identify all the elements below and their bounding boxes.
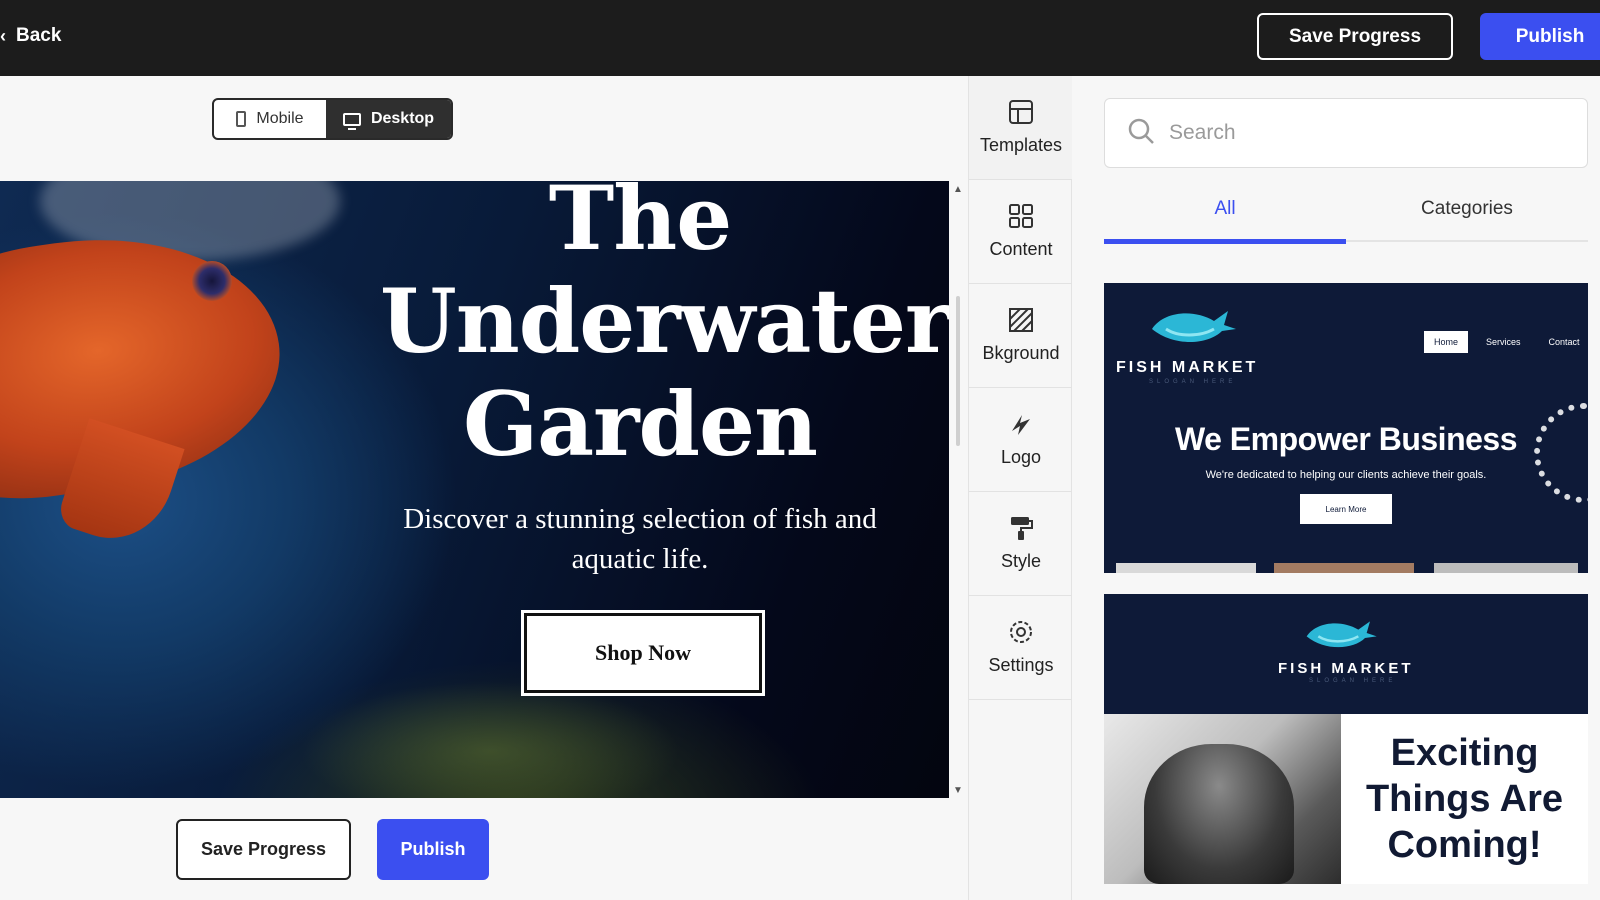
- template-card[interactable]: FISH MARKET SLOGAN HERE Exciting Things …: [1104, 594, 1588, 884]
- bottom-publish-button[interactable]: Publish: [377, 819, 489, 880]
- rail-label-background: Bkground: [982, 343, 1060, 363]
- templates-icon: [1008, 99, 1034, 125]
- hero-section[interactable]: The Underwater Garden Discover a stunnin…: [0, 181, 949, 798]
- template-headline: Exciting Things Are Coming!: [1365, 732, 1564, 866]
- scroll-up-icon[interactable]: ▲: [953, 185, 963, 195]
- rail-item-templates[interactable]: Templates: [969, 76, 1073, 180]
- rail-label-settings: Settings: [988, 655, 1054, 675]
- rail-label-content: Content: [989, 239, 1053, 259]
- rail-item-background[interactable]: Bkground: [969, 284, 1073, 388]
- chevron-left-icon: ‹: [0, 26, 6, 46]
- templates-panel: All Categories FISH MARKET SLOGAN HERE H…: [1072, 76, 1600, 900]
- template-tagline: We're dedicated to helping our clients a…: [1205, 469, 1487, 481]
- template-card[interactable]: FISH MARKET SLOGAN HERE Home Services Co…: [1104, 283, 1588, 573]
- phone-icon: [236, 111, 247, 127]
- hero-title-line-2: Underwater: [380, 269, 949, 373]
- rail-label-templates: Templates: [979, 135, 1063, 155]
- template-nav-contact: Contact: [1548, 337, 1580, 347]
- template-preview-strip: [1434, 563, 1578, 573]
- template-nav: Home Services Contact: [1424, 331, 1588, 353]
- hero-subtitle[interactable]: Discover a stunning selection of fish an…: [380, 499, 900, 579]
- back-button[interactable]: ‹ Back: [0, 20, 61, 52]
- aquatic-plants: [300, 681, 680, 798]
- template-nav-services: Services: [1486, 337, 1521, 347]
- shop-now-button[interactable]: Shop Now: [524, 613, 762, 693]
- fish-eye: [192, 261, 232, 301]
- search-box[interactable]: [1104, 98, 1588, 168]
- style-icon: [1008, 515, 1034, 541]
- mobile-view-button[interactable]: Mobile: [214, 100, 326, 138]
- template-preview-strip: [1274, 563, 1414, 573]
- monitor-icon: [342, 112, 361, 130]
- save-progress-button[interactable]: Save Progress: [1257, 13, 1453, 60]
- search-icon: [1127, 117, 1155, 150]
- template-photo: [1104, 714, 1341, 884]
- logo-icon: [1008, 411, 1034, 437]
- template-headline: We Empower Business: [1174, 421, 1518, 457]
- desktop-label: Desktop: [370, 110, 435, 127]
- rail-item-style[interactable]: Style: [969, 492, 1073, 596]
- background-icon: [1008, 307, 1034, 333]
- rail-item-settings[interactable]: Settings: [969, 596, 1073, 700]
- content-icon: [1008, 203, 1034, 229]
- template-cta: Learn More: [1300, 494, 1392, 524]
- template-brand: FISH MARKET: [1278, 660, 1414, 677]
- tool-rail: Templates Content Bkground Logo Style Se…: [968, 76, 1073, 900]
- bottom-save-progress-button[interactable]: Save Progress: [176, 819, 351, 880]
- template-slogan: SLOGAN HERE: [1309, 678, 1397, 684]
- template-slogan: SLOGAN HERE: [1149, 379, 1237, 385]
- rail-label-style: Style: [1000, 551, 1042, 571]
- rail-label-logo: Logo: [1000, 447, 1042, 467]
- canvas-scrollbar[interactable]: ▲ ▼: [951, 181, 965, 798]
- whale-logo-icon: [1144, 299, 1240, 356]
- hero-title-line-1: The: [548, 181, 732, 270]
- template-nav-home: Home: [1424, 331, 1469, 353]
- search-input[interactable]: [1169, 121, 1549, 145]
- publish-button[interactable]: Publish: [1480, 13, 1600, 60]
- device-toggle: Mobile Desktop: [212, 98, 453, 140]
- tab-all[interactable]: All: [1104, 176, 1346, 244]
- top-bar: ‹ Back Save Progress Publish: [0, 0, 1600, 76]
- template-brand: FISH MARKET: [1116, 359, 1259, 376]
- hero-title-line-3: Garden: [462, 372, 818, 476]
- back-label: Back: [16, 25, 62, 46]
- rail-item-logo[interactable]: Logo: [969, 388, 1073, 492]
- rail-item-content[interactable]: Content: [969, 180, 1073, 284]
- template-preview-strip: [1116, 563, 1256, 573]
- tab-categories[interactable]: Categories: [1346, 176, 1588, 242]
- desktop-view-button[interactable]: Desktop: [326, 100, 451, 138]
- scroll-thumb[interactable]: [956, 296, 960, 446]
- scroll-down-icon[interactable]: ▼: [953, 786, 963, 796]
- template-text-panel: Exciting Things Are Coming!: [1341, 714, 1588, 884]
- mobile-label: Mobile: [256, 110, 304, 127]
- settings-icon: [1008, 619, 1034, 645]
- hero-title[interactable]: The Underwater Garden: [380, 181, 949, 476]
- panel-tabs: All Categories: [1104, 176, 1588, 244]
- whale-logo-icon: [1300, 610, 1380, 661]
